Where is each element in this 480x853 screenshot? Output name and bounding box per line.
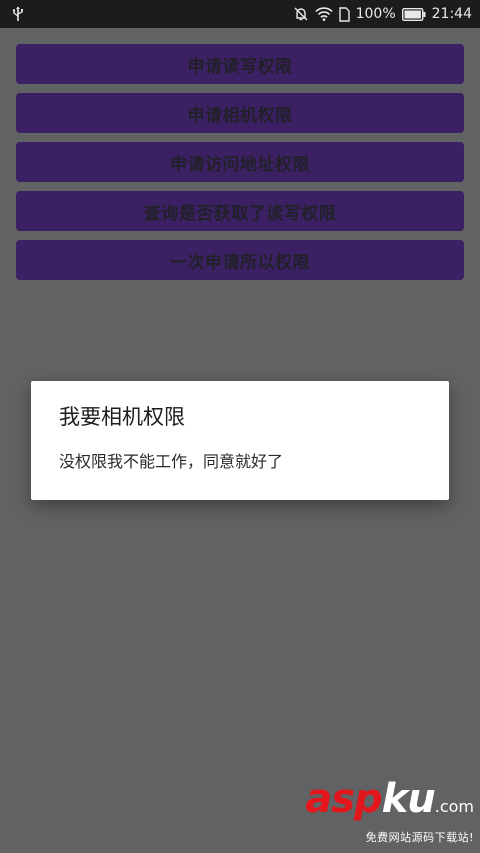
permission-button-list: 申请读写权限 申请相机权限 申请访问地址权限 查询是否获取了读写权限 一次申请所… — [16, 44, 464, 289]
status-bar: 100% 21:44 — [0, 0, 480, 28]
request-all-permissions-button[interactable]: 一次申请所以权限 — [16, 240, 464, 280]
check-storage-permission-button[interactable]: 查询是否获取了读写权限 — [16, 191, 464, 231]
dialog-message: 没权限我不能工作，同意就好了 — [59, 452, 284, 471]
battery-icon — [401, 7, 426, 21]
request-location-permission-button[interactable]: 申请访问地址权限 — [16, 142, 464, 182]
clock: 21:44 — [431, 6, 472, 22]
request-camera-permission-button[interactable]: 申请相机权限 — [16, 93, 464, 133]
dialog-title: 我要相机权限 — [59, 405, 185, 429]
watermark-brand-red: asp — [305, 776, 382, 822]
watermark-brand-white: ku — [381, 776, 436, 822]
wifi-icon — [315, 7, 333, 21]
mute-icon — [293, 6, 309, 22]
request-storage-permission-button[interactable]: 申请读写权限 — [16, 44, 464, 84]
watermark-tagline: 免费网站源码下载站! — [365, 831, 474, 844]
watermark-domain: .com — [434, 797, 474, 816]
watermark: aspku.com 免费网站源码下载站! — [305, 779, 474, 845]
usb-icon — [12, 6, 24, 22]
screen: 100% 21:44 申请读写权限 申请相机权限 申请访问地址权限 查询是否获取… — [0, 0, 480, 853]
watermark-logo: aspku.com — [305, 779, 474, 827]
permission-dialog: 我要相机权限 没权限我不能工作，同意就好了 — [31, 381, 449, 500]
sim-icon — [338, 6, 350, 22]
battery-percent: 100% — [355, 6, 396, 22]
